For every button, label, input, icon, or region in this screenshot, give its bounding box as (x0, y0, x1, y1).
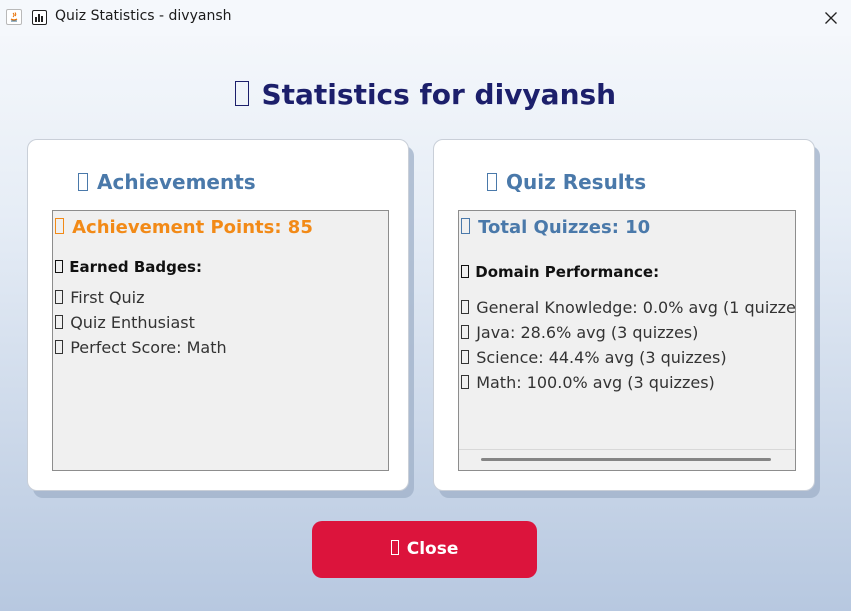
scrollbar-thumb[interactable] (481, 458, 771, 461)
list-item: First Quiz (55, 288, 145, 307)
domain-performance-label: Domain Performance: (461, 263, 659, 281)
domain-performance-text: Domain Performance: (475, 263, 660, 281)
achievements-panel: Achievements Achievement Points: 85 Earn… (27, 139, 409, 491)
list-item: Quiz Enthusiast (55, 313, 195, 332)
list-item: Math: 100.0% avg (3 quizzes) (461, 373, 715, 392)
page-title-text: Statistics for divyansh (261, 78, 617, 111)
domain-text: Java: 28.6% avg (3 quizzes) (476, 323, 699, 342)
horizontal-scrollbar[interactable] (459, 449, 795, 470)
badge-label: First Quiz (70, 288, 145, 307)
achievement-points-text: Achievement Points: 85 (72, 217, 313, 238)
badge-icon (55, 339, 63, 355)
total-quizzes-text: Total Quizzes: 10 (478, 217, 651, 238)
total-quizzes: Total Quizzes: 10 (461, 217, 650, 238)
earned-badges-label: Earned Badges: (55, 258, 202, 276)
page-title: Statistics for divyansh (0, 78, 851, 111)
close-button-label: Close (406, 539, 459, 559)
java-icon (6, 9, 22, 25)
list-item: Science: 44.4% avg (3 quizzes) (461, 348, 727, 367)
achievements-heading-text: Achievements (97, 170, 256, 194)
badge-icon (55, 289, 63, 305)
quiz-results-textbox[interactable]: Total Quizzes: 10 Domain Performance: Ge… (458, 210, 796, 471)
quiz-results-heading-text: Quiz Results (506, 170, 647, 194)
earned-badges-text: Earned Badges: (69, 258, 202, 276)
close-icon[interactable] (816, 3, 846, 33)
quiz-results-heading: Quiz Results (487, 170, 646, 194)
window-title: Quiz Statistics - divyansh (55, 8, 232, 24)
badge-icon (55, 314, 63, 330)
domain-text: Math: 100.0% avg (3 quizzes) (476, 373, 715, 392)
badge-label: Quiz Enthusiast (70, 313, 195, 332)
book-icon (461, 299, 469, 315)
close-button[interactable]: Close (312, 521, 537, 578)
chart-icon (234, 81, 249, 107)
domain-text: General Knowledge: 0.0% avg (1 quizzes (476, 298, 796, 317)
chart-icon (32, 10, 47, 25)
achievements-textbox[interactable]: Achievement Points: 85 Earned Badges: Fi… (52, 210, 389, 471)
medal-icon (55, 259, 63, 274)
achievements-heading: Achievements (78, 170, 256, 194)
book-icon (461, 324, 469, 340)
list-item: Java: 28.6% avg (3 quizzes) (461, 323, 698, 342)
chart-icon (487, 172, 497, 191)
book-icon (461, 374, 469, 390)
window-titlebar: Quiz Statistics - divyansh (0, 0, 851, 36)
target-icon (461, 264, 469, 279)
list-item: Perfect Score: Math (55, 338, 227, 357)
book-icon (461, 349, 469, 365)
badge-label: Perfect Score: Math (70, 338, 227, 357)
close-icon (390, 540, 400, 556)
achievement-points: Achievement Points: 85 (55, 217, 313, 238)
clipboard-icon (461, 218, 470, 235)
trophy-icon (78, 172, 88, 191)
list-item: General Knowledge: 0.0% avg (1 quizzes (461, 298, 796, 317)
domain-text: Science: 44.4% avg (3 quizzes) (476, 348, 727, 367)
star-icon (55, 218, 64, 235)
quiz-results-panel: Quiz Results Total Quizzes: 10 Domain Pe… (433, 139, 815, 491)
